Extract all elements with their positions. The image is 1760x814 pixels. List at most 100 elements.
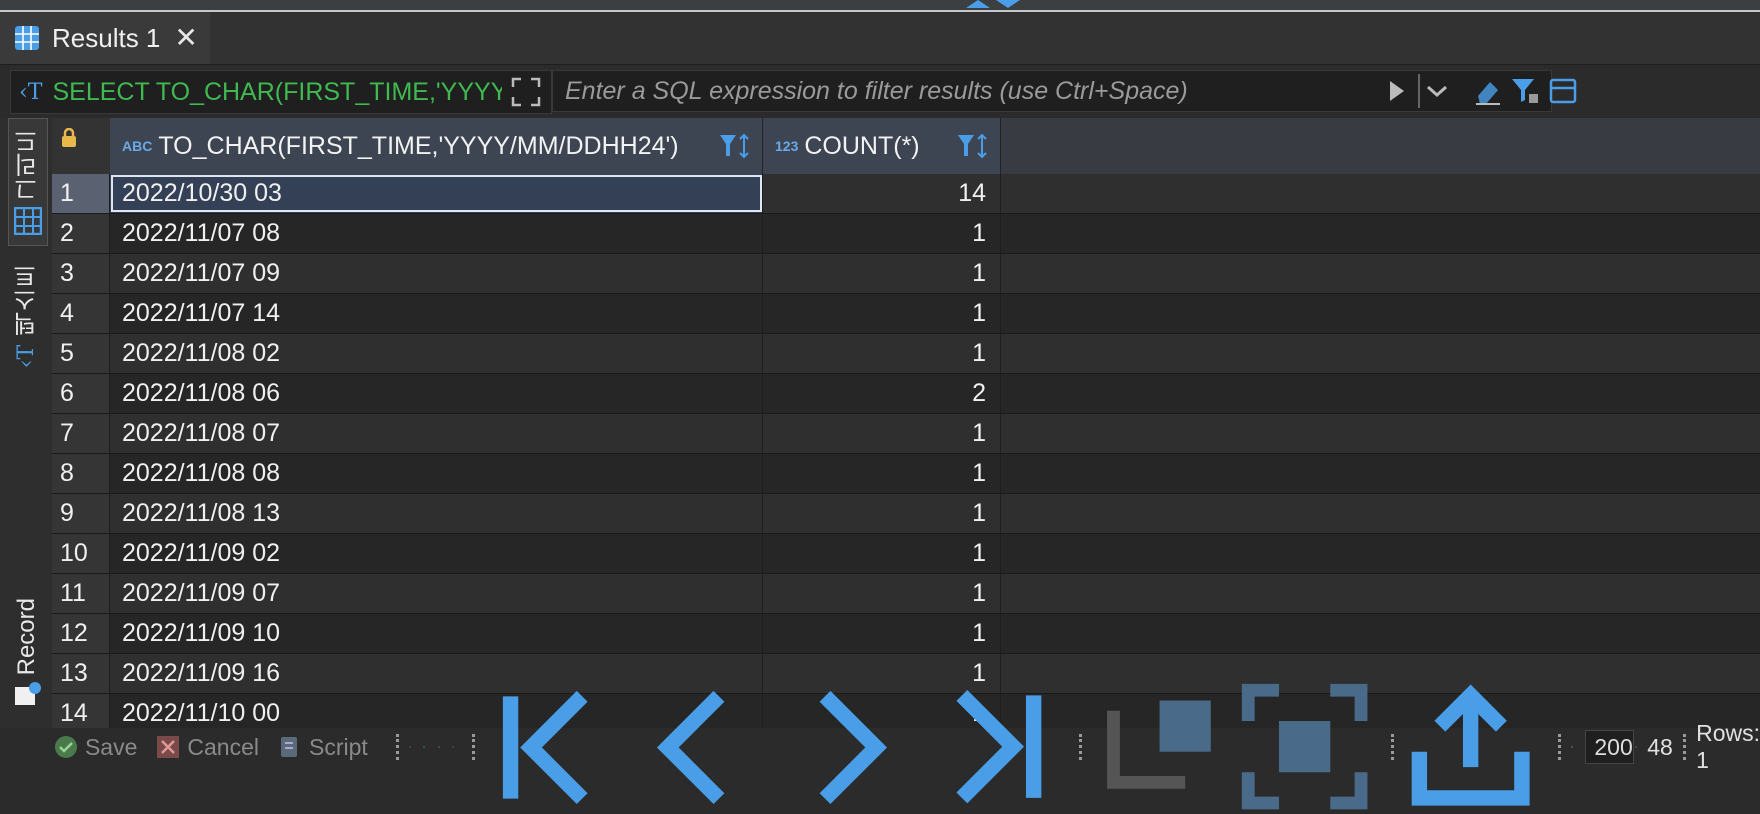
focus-icon[interactable] — [1238, 680, 1371, 813]
saved-filters-button[interactable] — [1508, 74, 1542, 108]
expand-icon[interactable] — [510, 76, 542, 108]
row-number[interactable]: 10 — [52, 534, 110, 573]
side-tab-text[interactable]: 텍스트 ‹T — [8, 254, 46, 378]
row-number[interactable]: 3 — [52, 254, 110, 293]
row-number[interactable]: 9 — [52, 494, 110, 533]
row-number[interactable]: 8 — [52, 454, 110, 493]
first-page-icon[interactable] — [485, 681, 618, 814]
filter-sort-icon[interactable] — [956, 132, 990, 160]
export-icon[interactable] — [1404, 680, 1537, 813]
grid-corner[interactable] — [52, 118, 111, 174]
row-number[interactable]: 14 — [52, 694, 110, 728]
table-row[interactable]: 12022/10/30 0314 — [52, 174, 1760, 214]
row-number[interactable]: 13 — [52, 654, 110, 693]
refresh-count: 48 — [1647, 734, 1673, 761]
row-number[interactable]: 2 — [52, 214, 110, 253]
check-icon — [53, 734, 79, 760]
cell-time[interactable]: 2022/11/08 06 — [110, 374, 763, 413]
script-icon — [277, 734, 303, 760]
cell-time[interactable]: 2022/11/08 08 — [110, 454, 763, 493]
table-row[interactable]: 102022/11/09 021 — [52, 534, 1760, 574]
apply-filter-button[interactable] — [1380, 74, 1414, 108]
cell-time[interactable]: 2022/11/08 02 — [110, 334, 763, 373]
cell-count[interactable]: 1 — [763, 414, 1001, 453]
cell-time[interactable]: 2022/11/08 13 — [110, 494, 763, 533]
copy-row-icon[interactable] — [438, 734, 440, 760]
cell-time[interactable]: 2022/11/09 10 — [110, 614, 763, 653]
cell-time[interactable]: 2022/11/07 08 — [110, 214, 763, 253]
sql-text-icon: ‹T — [19, 80, 42, 105]
add-row-icon[interactable] — [423, 734, 425, 760]
table-row[interactable]: 92022/11/08 131 — [52, 494, 1760, 534]
side-tab-grid[interactable]: 그리드 — [8, 118, 48, 246]
table-row[interactable]: 42022/11/07 141 — [52, 294, 1760, 334]
filter-history-dropdown[interactable] — [1418, 74, 1454, 108]
table-row[interactable]: 122022/11/09 101 — [52, 614, 1760, 654]
save-button[interactable]: Save — [53, 734, 137, 761]
gear-icon[interactable] — [1571, 732, 1573, 762]
cell-count[interactable]: 1 — [763, 494, 1001, 533]
table-row[interactable]: 82022/11/08 081 — [52, 454, 1760, 494]
cell-count[interactable]: 1 — [763, 574, 1001, 613]
panel-toggle-icon[interactable] — [966, 0, 1026, 8]
row-number[interactable]: 4 — [52, 294, 110, 333]
cell-count[interactable]: 14 — [763, 174, 1001, 213]
fetch-size-value: 200 — [1594, 734, 1632, 761]
cancel-button[interactable]: Cancel — [155, 734, 259, 761]
close-icon[interactable]: ✕ — [174, 24, 197, 52]
cell-time[interactable]: 2022/11/09 02 — [110, 534, 763, 573]
table-row[interactable]: 52022/11/08 021 — [52, 334, 1760, 374]
column-name: COUNT(*) — [804, 132, 919, 161]
bottom-toolbar: Save Cancel Script 200 48 Rows: 1 — [52, 728, 1760, 766]
table-row[interactable]: 32022/11/07 091 — [52, 254, 1760, 294]
row-number[interactable]: 6 — [52, 374, 110, 413]
grid-header: ABC TO_CHAR(FIRST_TIME,'YYYY/MM/DDHH24')… — [52, 118, 1760, 175]
table-row[interactable]: 62022/11/08 062 — [52, 374, 1760, 414]
toolbar-separator — [1079, 734, 1082, 760]
toolbar-separator — [472, 734, 475, 760]
cell-time[interactable]: 2022/11/09 07 — [110, 574, 763, 613]
sql-query-box[interactable]: ‹T SELECT TO_CHAR(FIRST_TIME,'YYYY — [10, 70, 552, 114]
delete-row-icon[interactable] — [452, 734, 454, 760]
tab-results-1[interactable]: Results 1 ✕ — [0, 12, 210, 64]
side-tab-record[interactable]: Record — [8, 588, 46, 724]
row-number[interactable]: 12 — [52, 614, 110, 653]
refresh-icon[interactable] — [1635, 733, 1637, 761]
row-number[interactable]: 11 — [52, 574, 110, 613]
chevron-down-icon — [1426, 84, 1448, 98]
next-page-icon[interactable] — [779, 681, 912, 814]
fetch-size-input[interactable]: 200 — [1585, 730, 1633, 764]
table-row[interactable]: 112022/11/09 071 — [52, 574, 1760, 614]
cell-time[interactable]: 2022/11/07 14 — [110, 294, 763, 333]
cell-count[interactable]: 1 — [763, 294, 1001, 333]
play-icon — [1387, 79, 1407, 103]
previous-page-icon[interactable] — [632, 681, 765, 814]
script-button[interactable]: Script — [277, 734, 368, 761]
cell-count[interactable]: 2 — [763, 374, 1001, 413]
column-header-count[interactable]: 123 COUNT(*) — [763, 118, 1001, 174]
panel-layout-icon — [1548, 76, 1578, 106]
cell-count[interactable]: 1 — [763, 254, 1001, 293]
edit-row-icon[interactable] — [409, 734, 411, 760]
cell-time[interactable]: 2022/10/30 03 — [110, 174, 763, 213]
clear-filter-button[interactable] — [1470, 74, 1504, 108]
link-icon[interactable] — [1093, 680, 1226, 813]
last-page-icon[interactable] — [926, 680, 1059, 813]
cell-count[interactable]: 1 — [763, 334, 1001, 373]
column-header-time[interactable]: ABC TO_CHAR(FIRST_TIME,'YYYY/MM/DDHH24') — [110, 118, 763, 174]
cell-count[interactable]: 1 — [763, 614, 1001, 653]
cell-time[interactable]: 2022/11/08 07 — [110, 414, 763, 453]
table-row[interactable]: 72022/11/08 071 — [52, 414, 1760, 454]
row-number[interactable]: 7 — [52, 414, 110, 453]
script-label: Script — [309, 734, 368, 761]
row-number[interactable]: 5 — [52, 334, 110, 373]
panels-button[interactable] — [1546, 74, 1580, 108]
row-number[interactable]: 1 — [52, 174, 110, 213]
cell-time[interactable]: 2022/11/07 09 — [110, 254, 763, 293]
cell-count[interactable]: 1 — [763, 454, 1001, 493]
cancel-icon — [155, 734, 181, 760]
cell-count[interactable]: 1 — [763, 534, 1001, 573]
filter-sort-icon[interactable] — [718, 132, 752, 160]
table-row[interactable]: 22022/11/07 081 — [52, 214, 1760, 254]
cell-count[interactable]: 1 — [763, 214, 1001, 253]
